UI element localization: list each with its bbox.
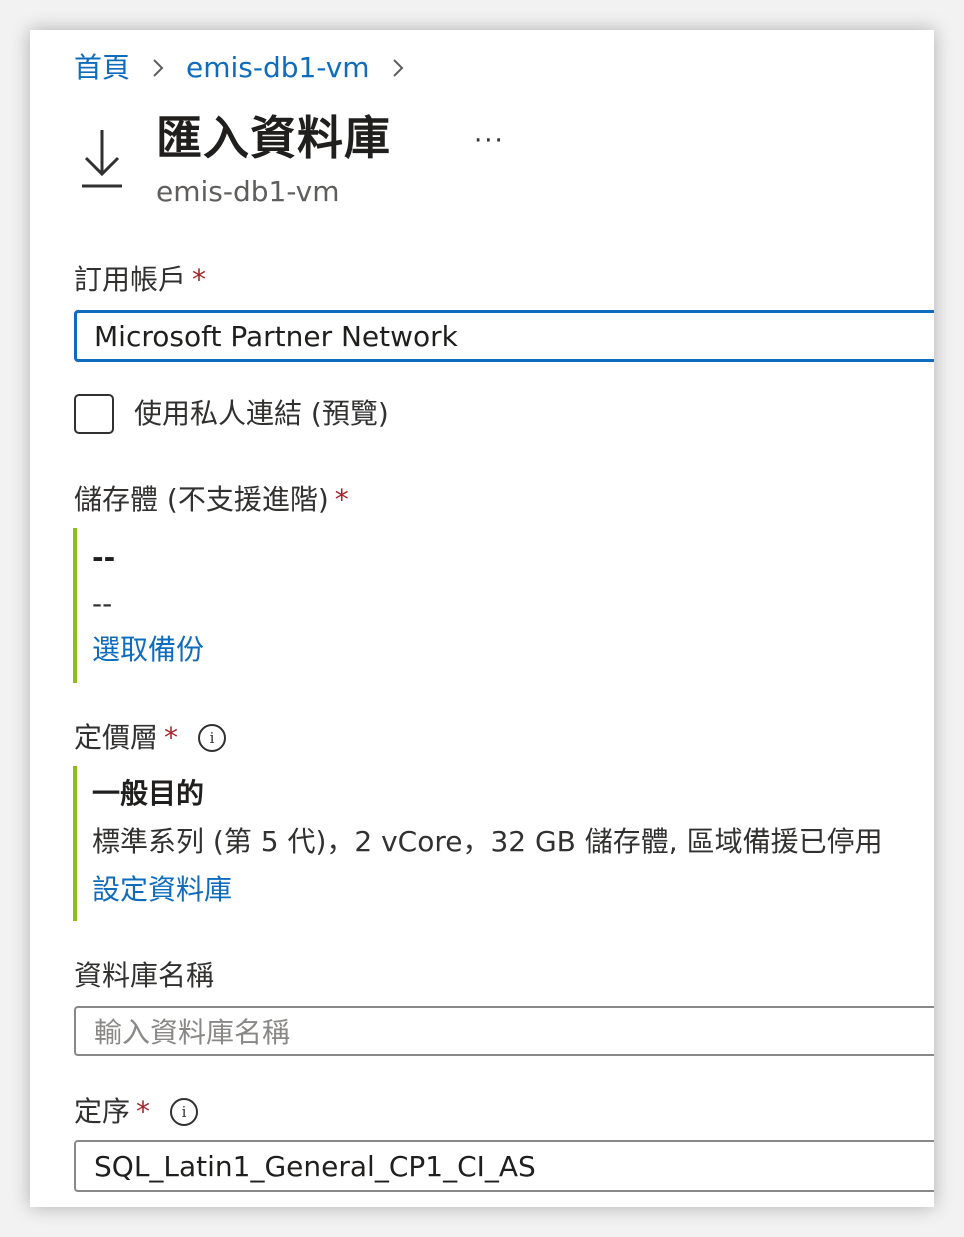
pricing-tier-accent-bar <box>73 766 77 921</box>
collation-label: 定序 * i <box>74 1094 199 1130</box>
select-backup-link[interactable]: 選取備份 <box>92 632 204 668</box>
info-icon[interactable]: i <box>198 724 227 752</box>
collation-value: SQL_Latin1_General_CP1_CI_AS <box>94 1149 536 1183</box>
subscription-label-text: 訂用帳戶 <box>74 263 187 296</box>
subscription-select[interactable]: Microsoft Partner Network <box>74 310 934 362</box>
pricing-tier-name: 一般目的 <box>92 777 205 810</box>
database-name-input[interactable]: 輸入資料庫名稱 <box>74 1006 934 1056</box>
pricing-tier-detail: 標準系列 (第 5 代)，2 vCore，32 GB 儲存體, 區域備援已停用 <box>92 825 883 858</box>
private-link-label: 使用私人連結 (預覽) <box>134 397 389 430</box>
database-name-placeholder: 輸入資料庫名稱 <box>94 1016 291 1049</box>
pricing-tier-label: 定價層 * i <box>74 720 227 756</box>
required-mark: * <box>136 1095 151 1128</box>
storage-accent-bar <box>73 528 77 683</box>
more-options-button[interactable]: ··· <box>474 126 505 156</box>
storage-label-text: 儲存體 (不支援進階) <box>74 483 329 516</box>
storage-label: 儲存體 (不支援進階) * <box>74 482 349 518</box>
configure-database-link[interactable]: 設定資料庫 <box>92 872 232 908</box>
chevron-right-icon <box>388 50 408 86</box>
subscription-label: 訂用帳戶 * <box>74 262 206 298</box>
import-database-panel: 首頁 emis-db1-vm 匯入資料庫 ··· emis-db1-vm 訂用帳… <box>30 30 934 1207</box>
required-mark: * <box>164 721 179 754</box>
storage-value-line1: -- <box>92 541 116 574</box>
breadcrumb-home-link[interactable]: 首頁 <box>74 50 130 86</box>
collation-input[interactable]: SQL_Latin1_General_CP1_CI_AS <box>74 1140 934 1192</box>
collation-label-text: 定序 <box>74 1095 131 1128</box>
info-icon[interactable]: i <box>170 1098 199 1126</box>
breadcrumb: 首頁 emis-db1-vm <box>74 50 408 86</box>
required-mark: * <box>192 263 207 296</box>
required-mark: * <box>334 483 349 516</box>
database-name-label: 資料庫名稱 <box>74 959 215 992</box>
breadcrumb-vm-link[interactable]: emis-db1-vm <box>186 50 370 86</box>
pricing-tier-label-text: 定價層 <box>74 721 159 754</box>
storage-value-line2: -- <box>92 587 113 620</box>
page-title: 匯入資料庫 <box>156 111 391 165</box>
download-icon <box>80 126 124 190</box>
subscription-value: Microsoft Partner Network <box>94 319 458 353</box>
chevron-right-icon <box>148 50 168 86</box>
private-link-checkbox[interactable] <box>74 394 114 434</box>
page-subtitle: emis-db1-vm <box>156 175 340 208</box>
